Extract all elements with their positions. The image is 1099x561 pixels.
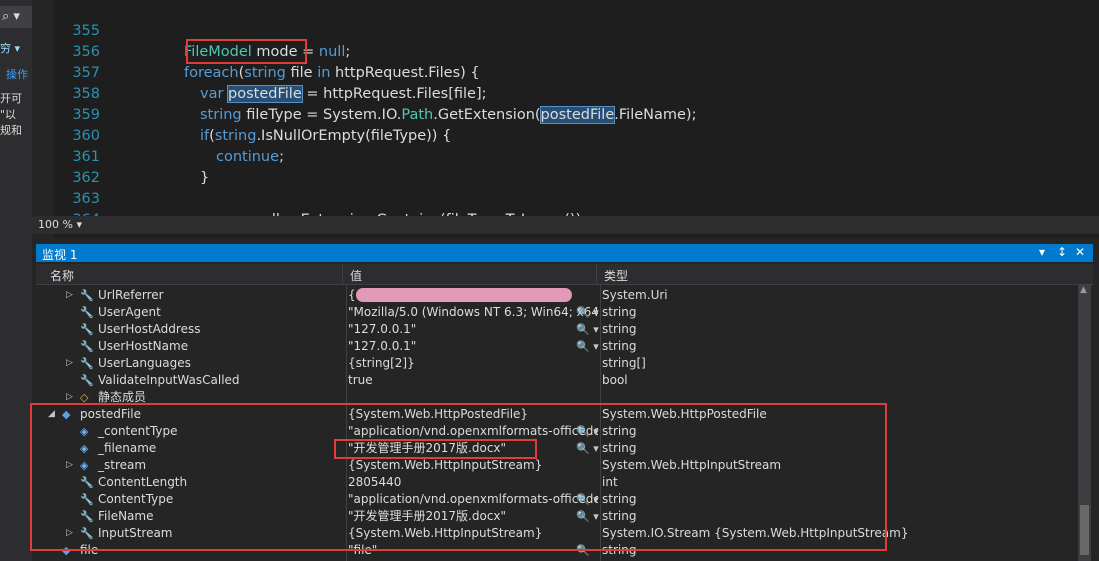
watch-row[interactable]: 🔧 UserAgent "Mozilla/5.0 (Windows NT 6.3; … bbox=[36, 304, 1076, 321]
watch-row[interactable]: 🔧 UserHostName "127.0.0.1" 🔍 ▾ string bbox=[36, 338, 1076, 355]
annotation-box-var bbox=[186, 39, 307, 64]
annotation-box-postedfile bbox=[30, 403, 887, 551]
visualizer-icon[interactable]: 🔍 ▾ bbox=[576, 321, 599, 338]
redaction-blur bbox=[356, 288, 572, 302]
code-line: 355 FileModel mode = null; bbox=[54, 0, 1099, 60]
visualizer-icon[interactable]: 🔍 ▾ bbox=[576, 304, 599, 321]
expander-icon[interactable]: ▷ bbox=[66, 287, 73, 304]
watch-title-bar[interactable]: 监视 1 ▾ ↕ ✕ bbox=[36, 244, 1093, 262]
code-line: 362 bbox=[54, 147, 1099, 186]
watch-row-type: System.Uri bbox=[602, 288, 668, 302]
panel-text-1: 开可 bbox=[0, 92, 22, 105]
pin-icon[interactable]: ↕ bbox=[1057, 245, 1067, 259]
watch-row-name: UserHostName bbox=[98, 339, 189, 353]
search-icon[interactable]: ⌕ ▾ bbox=[2, 9, 20, 24]
zoom-bar: 100 % ▾ bbox=[32, 216, 1099, 234]
wrench-icon: 🔧 bbox=[80, 289, 94, 302]
code-line: 359 if(string.IsNullOrEmpty(fileType)) { bbox=[54, 84, 1099, 144]
wrench-icon: 🔧 bbox=[80, 374, 94, 387]
wrench-icon: 🔧 bbox=[80, 323, 94, 336]
code-line: 361 } bbox=[54, 126, 1099, 186]
zoom-level-dropdown[interactable]: 100 % ▾ bbox=[38, 218, 82, 231]
watch-row-type: string bbox=[602, 322, 637, 336]
watch-row[interactable]: ▷ 🔧 UserLanguages {string[2]} string[] bbox=[36, 355, 1076, 372]
code-line: 363 var rs = allowExtension.Contains(fil… bbox=[54, 168, 1099, 216]
code-line: 360 continue; bbox=[54, 105, 1099, 165]
watch-row-name: UserLanguages bbox=[98, 356, 191, 370]
wrench-icon: 🔧 bbox=[80, 357, 94, 370]
watch-row-value[interactable]: "Mozilla/5.0 (Windows NT 6.3; Win64; x64… bbox=[348, 304, 598, 321]
watch-row[interactable]: 🔧 UserHostAddress "127.0.0.1" 🔍 ▾ string bbox=[36, 321, 1076, 338]
window-menu-icon[interactable]: ▾ bbox=[1039, 245, 1045, 259]
column-headers: 名称 值 类型 bbox=[36, 264, 1093, 285]
watch-row-value[interactable]: {string[2]} bbox=[348, 355, 598, 372]
panel-link[interactable]: 操作 bbox=[6, 66, 28, 82]
expander-icon[interactable]: ▷ bbox=[66, 355, 73, 372]
watch-row-value[interactable]: "127.0.0.1" bbox=[348, 321, 598, 338]
code-line: 364 if(!rs) bbox=[54, 189, 1099, 216]
vertical-scrollbar[interactable]: ▲ bbox=[1078, 285, 1091, 561]
watch-row-value[interactable]: "127.0.0.1" bbox=[348, 338, 598, 355]
watch-row-name: UrlReferrer bbox=[98, 288, 164, 302]
watch-row-name: UserAgent bbox=[98, 305, 161, 319]
column-type-header[interactable]: 类型 bbox=[604, 267, 628, 284]
watch-row-value[interactable]: true bbox=[348, 372, 598, 389]
solution-explorer-sliver: ⌕ ▾ 穷 ▾ 操作 开可 "以 规和 bbox=[0, 0, 32, 561]
column-value-header[interactable]: 值 bbox=[350, 267, 362, 284]
column-name-header[interactable]: 名称 bbox=[50, 267, 74, 284]
watch-row[interactable]: 🔧 ValidateInputWasCalled true bool bbox=[36, 372, 1076, 389]
panel-text-3: 规和 bbox=[0, 124, 22, 137]
search-box[interactable]: ⌕ ▾ bbox=[0, 6, 32, 28]
wrench-icon: 🔧 bbox=[80, 306, 94, 319]
watch-row-type: string bbox=[602, 305, 637, 319]
watch-row-type: bool bbox=[602, 373, 628, 387]
panel-label[interactable]: 穷 ▾ bbox=[0, 40, 20, 56]
wrench-icon: 🔧 bbox=[80, 340, 94, 353]
code-editor[interactable]: 355 FileModel mode = null; 356 foreach(s… bbox=[54, 0, 1099, 216]
scroll-up-icon[interactable]: ▲ bbox=[1080, 285, 1087, 295]
scroll-thumb[interactable] bbox=[1080, 505, 1089, 555]
watch-row-name: ValidateInputWasCalled bbox=[98, 373, 240, 387]
visualizer-icon[interactable]: 🔍 ▾ bbox=[576, 338, 599, 355]
watch-row-type: string bbox=[602, 339, 637, 353]
watch-row-name: UserHostAddress bbox=[98, 322, 201, 336]
code-line: 358 string fileType = System.IO.Path.Get… bbox=[54, 63, 1099, 124]
watch-row-type: string[] bbox=[602, 356, 646, 370]
watch-title: 监视 1 bbox=[42, 248, 78, 262]
close-icon[interactable]: ✕ bbox=[1075, 245, 1085, 259]
panel-text-2: "以 bbox=[0, 108, 17, 121]
annotation-box-filename bbox=[334, 439, 537, 459]
